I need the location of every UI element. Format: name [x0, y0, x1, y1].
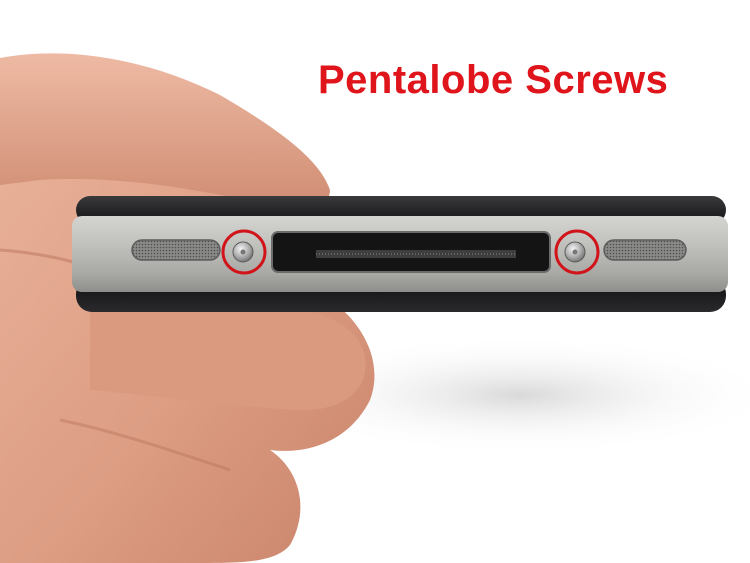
- left-speaker-grille: [131, 239, 221, 261]
- phone: [72, 196, 728, 312]
- caption-title: Pentalobe Screws: [318, 58, 669, 102]
- right-speaker-grille: [603, 239, 687, 261]
- thumb-tip: [90, 300, 366, 411]
